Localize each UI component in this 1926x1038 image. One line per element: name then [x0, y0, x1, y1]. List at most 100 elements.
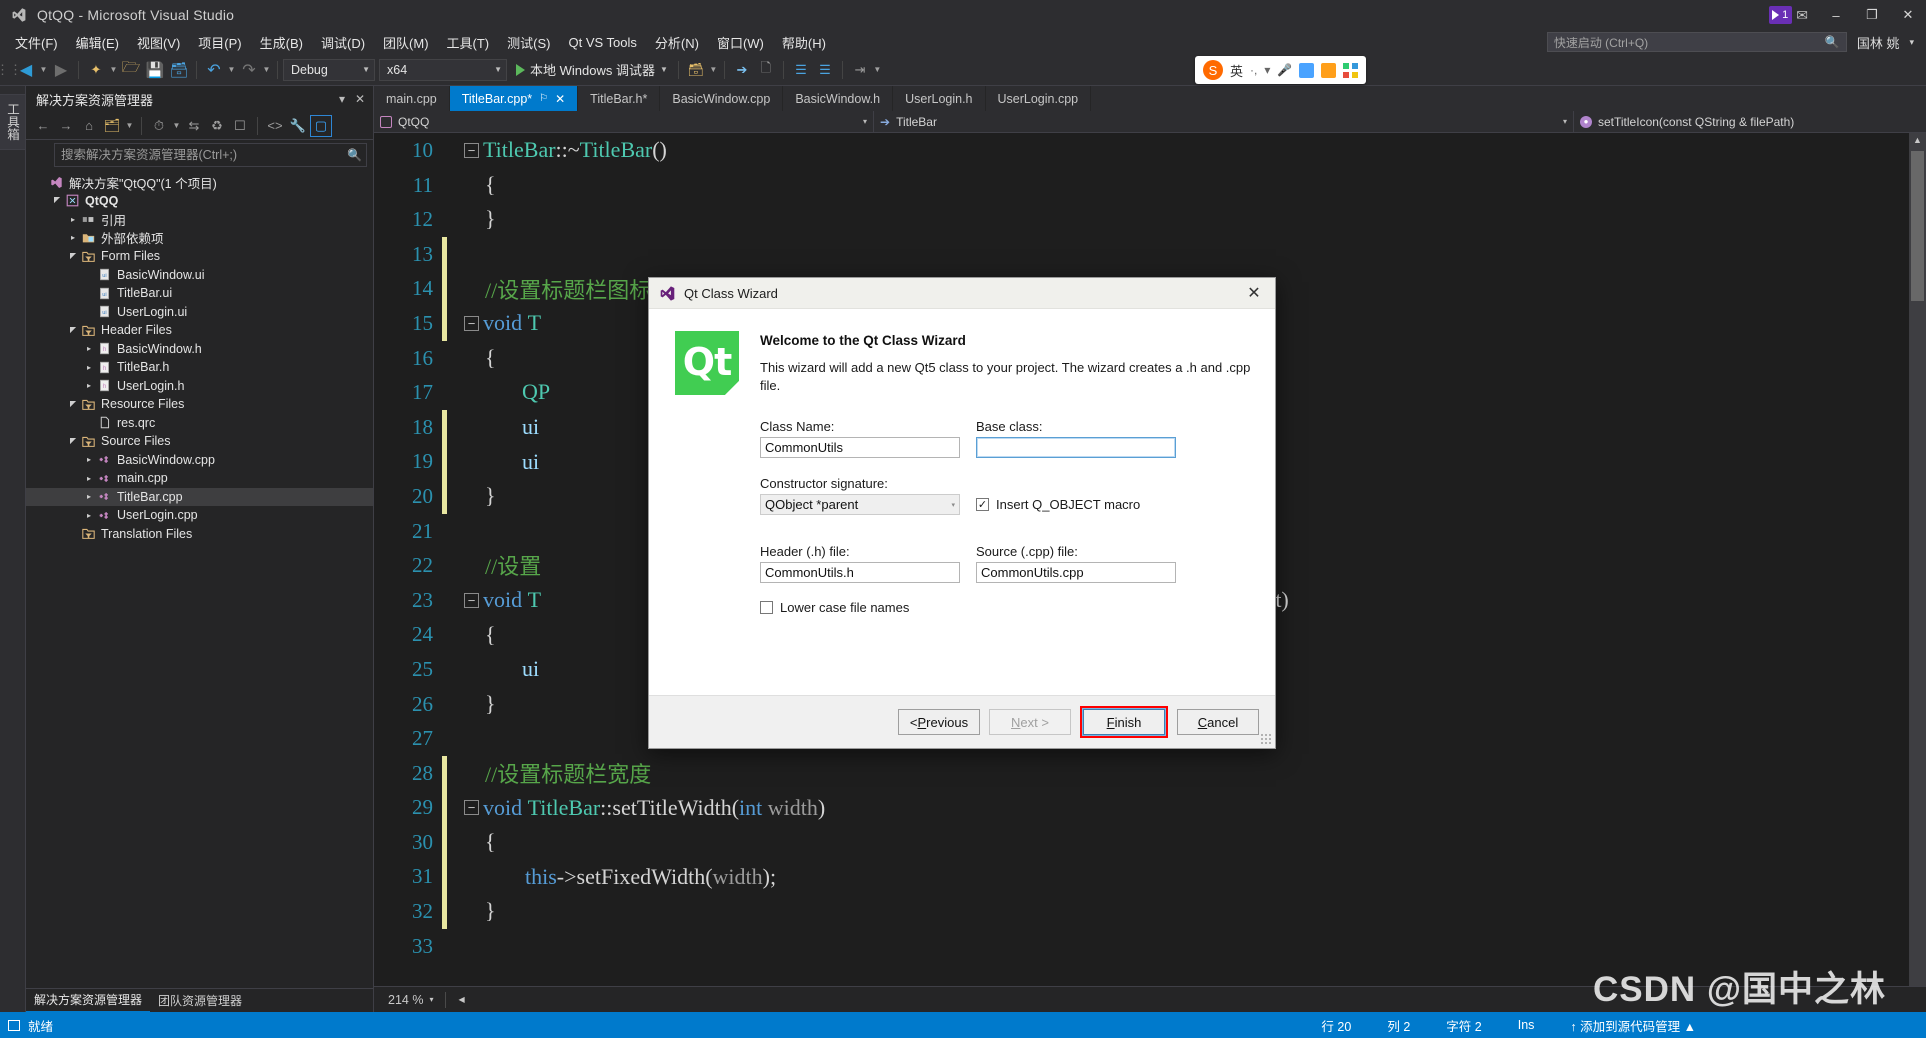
tree-item[interactable]: ◢ QtQQ — [26, 192, 373, 211]
tree-item[interactable]: ▸ 引用 — [26, 210, 373, 229]
maximize-button[interactable]: ❐ — [1854, 0, 1890, 30]
undo-caret-icon[interactable]: ▼ — [226, 65, 237, 74]
platform-combo[interactable]: x64 ▼ — [379, 58, 507, 81]
tree-item[interactable]: ◢ Form Files — [26, 247, 373, 266]
header-file-input[interactable]: CommonUtils.h — [760, 562, 960, 583]
menu-analyze[interactable]: 分析(N) — [646, 30, 708, 55]
constructor-select[interactable]: QObject *parent ▾ — [760, 494, 960, 515]
menu-edit[interactable]: 编辑(E) — [67, 30, 128, 55]
tree-item[interactable]: ▸ h TitleBar.h — [26, 358, 373, 377]
menu-project[interactable]: 项目(P) — [189, 30, 250, 55]
more-toolbar-caret-icon[interactable]: ▼ — [872, 65, 883, 74]
forward-arrow-icon[interactable]: → — [55, 115, 77, 137]
tree-item[interactable]: Translation Files — [26, 525, 373, 544]
tab-titlebar-cpp[interactable]: TitleBar.cpp* ⚐ ✕ — [449, 86, 579, 111]
toolbox-icon[interactable] — [1321, 62, 1337, 78]
open-file-icon[interactable]: 🗁 — [119, 58, 143, 82]
tree-item[interactable]: ui TitleBar.ui — [26, 284, 373, 303]
redo-caret-icon[interactable]: ▼ — [261, 65, 272, 74]
tree-item[interactable]: ▸ main.cpp — [26, 469, 373, 488]
feedback-icon[interactable]: ✉ — [1796, 7, 1808, 24]
ime-punctuation[interactable]: ·, — [1250, 63, 1257, 77]
tab-solution-explorer[interactable]: 解决方案资源管理器 — [26, 988, 151, 1013]
pending-changes-icon[interactable]: ⏱ — [148, 115, 170, 137]
expand-twisty-icon[interactable]: ◢ — [50, 196, 64, 205]
collapse-twisty-icon[interactable]: ▸ — [82, 344, 96, 353]
minimize-button[interactable]: – — [1818, 0, 1854, 30]
apps-grid-icon[interactable] — [1343, 62, 1359, 78]
chevron-down-icon-2[interactable]: ▼ — [171, 121, 182, 130]
tree-item[interactable]: ui UserLogin.ui — [26, 303, 373, 322]
tab-basicwindow-h[interactable]: BasicWindow.h — [783, 86, 894, 111]
checkbox[interactable] — [760, 601, 773, 614]
menu-view[interactable]: 视图(V) — [128, 30, 189, 55]
undo-icon[interactable]: ↶ — [202, 58, 226, 82]
configuration-combo[interactable]: Debug ▼ — [283, 58, 375, 81]
scroll-up-icon[interactable]: ▲ — [1909, 133, 1926, 148]
dialog-close-button[interactable]: ✕ — [1233, 278, 1275, 309]
menu-window[interactable]: 窗口(W) — [708, 30, 773, 55]
solution-search-box[interactable]: 🔍 — [54, 143, 367, 167]
navigate-backward-icon[interactable]: ◀ — [14, 58, 38, 82]
expand-twisty-icon[interactable]: ◢ — [66, 252, 80, 261]
class-name-input[interactable]: CommonUtils — [760, 437, 960, 458]
tree-item[interactable]: ui BasicWindow.ui — [26, 266, 373, 285]
tree-item[interactable]: ▸ h UserLogin.h — [26, 377, 373, 396]
zoom-level[interactable]: 214 % — [388, 993, 423, 1007]
tab-basicwindow-cpp[interactable]: BasicWindow.cpp — [660, 86, 784, 111]
chevron-down-icon[interactable]: ▼ — [124, 121, 135, 130]
menu-debug[interactable]: 调试(D) — [312, 30, 374, 55]
microphone-icon[interactable]: 🎤 — [1277, 63, 1292, 77]
fold-toggle-icon[interactable]: − — [464, 142, 479, 158]
back-arrow-icon[interactable]: ← — [32, 115, 54, 137]
tree-item[interactable]: 解决方案"QtQQ"(1 个项目) — [26, 173, 373, 192]
tree-item[interactable]: ▸ BasicWindow.cpp — [26, 451, 373, 470]
menu-qt-vs-tools[interactable]: Qt VS Tools — [559, 32, 645, 53]
source-file-input[interactable]: CommonUtils.cpp — [976, 562, 1176, 583]
tree-item[interactable]: ▸ h BasicWindow.h — [26, 340, 373, 359]
status-source-control[interactable]: ↑ 添加到源代码管理 ▲ — [1552, 1016, 1926, 1035]
tree-item[interactable]: ◢ Header Files — [26, 321, 373, 340]
save-icon[interactable]: 💾 — [143, 58, 167, 82]
code-view-icon[interactable]: <> — [264, 115, 286, 137]
notification-badge[interactable]: 1 — [1769, 6, 1793, 24]
insert-qobject-checkbox-row[interactable]: ✓ Insert Q_OBJECT macro — [976, 497, 1140, 512]
nav-member-dropdown[interactable]: ● setTitleIcon(const QString & filePath) — [1574, 111, 1926, 133]
redo-icon[interactable]: ↷ — [237, 58, 261, 82]
tab-titlebar-h[interactable]: TitleBar.h* — [578, 86, 661, 111]
dialog-resize-grip[interactable] — [1260, 733, 1272, 745]
sync-icon[interactable]: ⇆ — [183, 115, 205, 137]
panel-close-icon[interactable]: ✕ — [351, 92, 369, 106]
menu-team[interactable]: 团队(M) — [374, 30, 438, 55]
copy-icon[interactable]: 🗋 — [754, 58, 778, 82]
pointer-icon[interactable]: ➔ — [730, 58, 754, 82]
tree-item[interactable]: ◢ Resource Files — [26, 395, 373, 414]
tree-item[interactable]: ▸ UserLogin.cpp — [26, 506, 373, 525]
chevron-down-icon[interactable]: ▾ — [429, 995, 433, 1004]
base-class-input[interactable] — [976, 437, 1176, 458]
tab-userlogin-cpp[interactable]: UserLogin.cpp — [985, 86, 1092, 111]
menu-tools[interactable]: 工具(T) — [438, 30, 499, 55]
chevron-down-icon[interactable]: ▾ — [1264, 63, 1270, 77]
menu-test[interactable]: 测试(S) — [498, 30, 559, 55]
uncomment-icon[interactable]: ☰ — [813, 58, 837, 82]
ime-mode[interactable]: 英 — [1230, 61, 1243, 80]
toolbox-tab[interactable]: 工具箱 — [0, 94, 26, 150]
new-view-icon[interactable]: 🗂 — [101, 115, 123, 137]
panel-menu-icon[interactable]: ▾ — [333, 92, 351, 106]
expand-twisty-icon[interactable]: ◢ — [66, 400, 80, 409]
cancel-button[interactable]: Cancel — [1177, 709, 1259, 735]
scroll-left-icon[interactable]: ◀ — [458, 995, 464, 1004]
tree-item[interactable]: ▸ TitleBar.cpp — [26, 487, 373, 506]
solution-tree[interactable]: 解决方案"QtQQ"(1 个项目) ◢ QtQQ ▸ 引用 ▸ 外部依赖项 ◢ Form Fil… — [26, 169, 373, 988]
editor-vertical-scrollbar[interactable]: ▲ — [1909, 133, 1926, 986]
collapse-twisty-icon[interactable]: ▸ — [66, 233, 80, 242]
attach-process-icon[interactable]: 🗃 — [684, 58, 708, 82]
save-all-icon[interactable]: 🗃 — [167, 58, 191, 82]
sogou-logo-icon[interactable]: S — [1203, 60, 1223, 80]
start-debugging-button[interactable]: 本地 Windows 调试器 ▼ — [511, 58, 673, 82]
previous-button[interactable]: < Previous — [898, 709, 980, 735]
tree-item[interactable]: ◢ Source Files — [26, 432, 373, 451]
collapse-twisty-icon[interactable]: ▸ — [82, 381, 96, 390]
pin-icon[interactable]: ⚐ — [539, 93, 548, 104]
